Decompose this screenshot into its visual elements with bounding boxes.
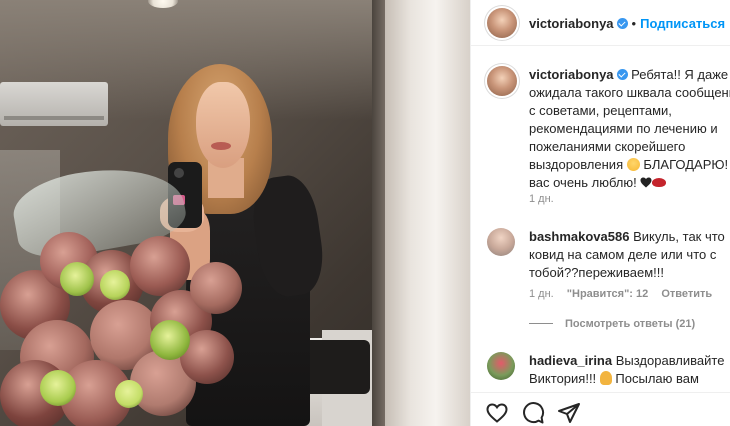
comment-text-line-2: ковид на самом деле или что с xyxy=(529,247,717,262)
hydrangea-bloom xyxy=(130,236,190,296)
caption-line-2: ожидала такого шквала сообщений xyxy=(529,85,730,100)
phone-camera xyxy=(174,168,184,178)
view-replies-label[interactable]: Посмотреть ответы (21) xyxy=(565,318,695,330)
author-username[interactable]: victoriabonya xyxy=(529,16,614,31)
verified-badge-icon xyxy=(616,69,628,80)
comment-age: 1 дн. xyxy=(529,288,554,300)
comment: hadieva_irina Выздоравливайте Виктория!!… xyxy=(529,352,730,388)
comment-text-line-1: Викуль, так что xyxy=(633,229,725,244)
comment: bashmakova586 Викуль, так что ковид на с… xyxy=(529,228,730,282)
caption-age: 1 дн. xyxy=(529,193,554,205)
paper-plane-icon[interactable] xyxy=(557,401,581,425)
door-frame xyxy=(385,0,470,426)
kiss-lips-emoji-icon xyxy=(652,178,667,187)
comment-username[interactable]: bashmakova586 xyxy=(529,229,629,244)
separator-dot: • xyxy=(631,16,637,31)
caption-line-5: пожеланиями скорейшего xyxy=(529,139,686,154)
praying-hands-emoji-icon xyxy=(599,371,612,385)
comment-bubble-icon[interactable] xyxy=(521,401,545,425)
replies-divider-line xyxy=(529,323,553,324)
lips xyxy=(211,142,231,150)
caption-avatar[interactable] xyxy=(487,66,517,96)
caption-username[interactable]: victoriabonya xyxy=(529,67,614,82)
green-hydrangea-bloom xyxy=(150,320,190,360)
caption-line-7: вас очень люблю! xyxy=(529,175,637,190)
caption-line-6: выздоровления xyxy=(529,157,624,172)
comment-likes[interactable]: "Нравится": 12 xyxy=(567,288,648,300)
verified-badge-icon xyxy=(616,18,628,29)
caption: victoriabonya Ребята!! Я даже не ожидала… xyxy=(529,66,730,192)
caption-line-1: Ребята!! Я даже не xyxy=(631,67,730,82)
heart-outline-icon[interactable] xyxy=(485,401,509,425)
follow-button[interactable]: Подписаться xyxy=(640,16,725,31)
hydrangea-bloom xyxy=(190,262,242,314)
green-hydrangea-bloom xyxy=(60,262,94,296)
comment-username[interactable]: hadieva_irina xyxy=(529,353,612,368)
comment-meta: 1 дн. "Нравится": 12 Ответить xyxy=(529,288,712,300)
green-hydrangea-bloom xyxy=(100,270,130,300)
action-bar xyxy=(471,392,730,426)
smiling-emoji-icon xyxy=(626,158,640,171)
author-avatar[interactable] xyxy=(487,8,517,38)
green-hydrangea-bloom xyxy=(115,380,143,408)
face xyxy=(196,82,250,168)
air-conditioner xyxy=(0,82,108,126)
black-heart-emoji-icon xyxy=(640,177,652,188)
comment-text-line-3: тобой??переживаем!!! xyxy=(529,265,664,280)
post-header: victoriabonya • Подписаться xyxy=(471,0,730,46)
post-photo[interactable] xyxy=(0,0,470,426)
author-line: victoriabonya • Подписаться xyxy=(529,15,725,33)
comment-avatar[interactable] xyxy=(487,228,515,256)
caption-line-6b: БЛАГОДАРЮ! xyxy=(643,157,729,172)
comment-text-line-1: Выздоравливайте xyxy=(615,353,725,368)
green-hydrangea-bloom xyxy=(40,370,76,406)
comment-text-line-3: Посылаю вам xyxy=(615,371,699,386)
reply-button[interactable]: Ответить xyxy=(661,288,712,300)
post-sidebar: victoriabonya • Подписаться victoriabonya … xyxy=(470,0,730,426)
comment-text-line-2: Виктория!!! xyxy=(529,371,597,386)
caption-line-4: рекомендациями по лечению и xyxy=(529,121,718,136)
caption-line-3: с советами, рецептами, xyxy=(529,103,672,118)
comment-avatar[interactable] xyxy=(487,352,515,380)
view-replies[interactable]: Посмотреть ответы (21) xyxy=(529,318,695,330)
